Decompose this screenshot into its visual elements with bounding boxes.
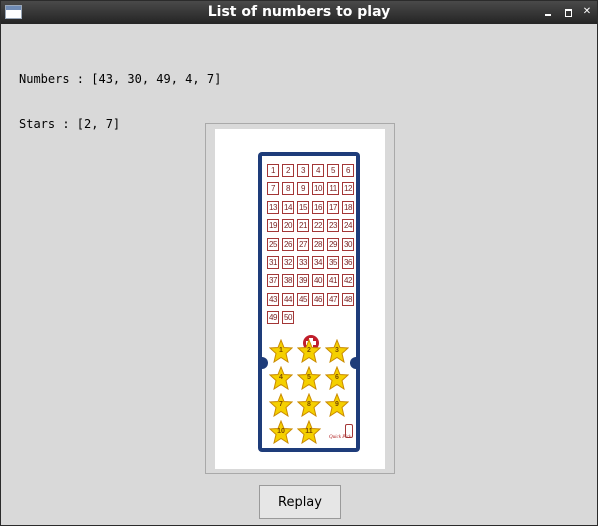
lottery-ticket: Quick Pick 1 2 3 4 5 6 7 8 9 10 11 12 13 14 15 16 17 18 19…: [258, 152, 360, 452]
star-label: 9: [335, 401, 339, 408]
replay-button[interactable]: Replay: [259, 485, 341, 519]
ticket-star-6: 6: [325, 366, 349, 390]
ticket-number-43: 43: [267, 292, 279, 306]
ticket-number-21: 21: [297, 219, 309, 233]
ticket-image: Quick Pick 1 2 3 4 5 6 7 8 9 10 11 12 13 14 15 16 17 18 19…: [215, 129, 385, 469]
ticket-number-50: 50: [282, 311, 294, 325]
ticket-number-42: 42: [342, 274, 354, 288]
ticket-number-31: 31: [267, 256, 279, 269]
ticket-image-frame: Quick Pick 1 2 3 4 5 6 7 8 9 10 11 12 13 14 15 16 17 18 19…: [205, 123, 395, 474]
ticket-number-22: 22: [312, 219, 324, 233]
ticket-number-14: 14: [282, 200, 294, 214]
ticket-star-11: 11: [297, 420, 321, 444]
star-label: 4: [279, 374, 283, 381]
ticket-number-45: 45: [297, 292, 309, 306]
ticket-number-24: 24: [342, 219, 354, 233]
ticket-number-16: 16: [312, 200, 324, 214]
ticket-number-49: 49: [267, 311, 279, 325]
ticket-number-13: 13: [267, 200, 279, 214]
ticket-number-9: 9: [297, 182, 309, 196]
ticket-number-23: 23: [327, 219, 339, 233]
ticket-number-2: 2: [282, 164, 294, 177]
close-icon[interactable]: ✕: [580, 5, 594, 19]
ticket-number-29: 29: [327, 237, 339, 251]
ticket-number-8: 8: [282, 182, 294, 196]
star-label: 3: [335, 347, 339, 354]
ticket-number-41: 41: [327, 274, 339, 288]
maximize-icon[interactable]: [561, 5, 575, 19]
ticket-number-32: 32: [282, 256, 294, 269]
ticket-notch-right: [350, 357, 356, 369]
star-label: 2: [307, 347, 311, 354]
minimize-icon[interactable]: [541, 5, 555, 19]
star-label: 10: [277, 428, 285, 435]
ticket-number-39: 39: [297, 274, 309, 288]
ticket-number-30: 30: [342, 237, 354, 251]
ticket-number-15: 15: [297, 200, 309, 214]
ticket-star-2: 2: [297, 339, 321, 363]
star-label: 6: [335, 374, 339, 381]
ticket-number-44: 44: [282, 292, 294, 306]
ticket-face: Quick Pick 1 2 3 4 5 6 7 8 9 10 11 12 13 14 15 16 17 18 19…: [262, 156, 356, 448]
ticket-star-1: 1: [269, 339, 293, 363]
ticket-number-33: 33: [297, 256, 309, 269]
ticket-number-26: 26: [282, 237, 294, 251]
ticket-number-47: 47: [327, 292, 339, 306]
window-title: List of numbers to play: [207, 4, 391, 20]
ticket-number-11: 11: [327, 182, 339, 196]
ticket-number-34: 34: [312, 256, 324, 269]
ticket-star-9: 9: [325, 393, 349, 417]
star-label: 7: [279, 401, 283, 408]
ticket-number-40: 40: [312, 274, 324, 288]
main-window: List of numbers to play ✕ Numbers : [43,…: [0, 0, 598, 526]
ticket-star-8: 8: [297, 393, 321, 417]
ticket-number-4: 4: [312, 164, 324, 177]
stars-line: Stars : [2, 7]: [19, 117, 121, 131]
star-label: 1: [279, 347, 283, 354]
ticket-number-27: 27: [297, 237, 309, 251]
ticket-star-3: 3: [325, 339, 349, 363]
ticket-number-46: 46: [312, 292, 324, 306]
ticket-star-10: 10: [269, 420, 293, 444]
star-label: 11: [305, 428, 313, 435]
ticket-number-12: 12: [342, 182, 354, 196]
ticket-notch-left: [262, 357, 268, 369]
star-label: 8: [307, 401, 311, 408]
ticket-number-19: 19: [267, 219, 279, 233]
ticket-number-10: 10: [312, 182, 324, 196]
ticket-number-28: 28: [312, 237, 324, 251]
title-bar[interactable]: List of numbers to play ✕: [1, 1, 597, 24]
ticket-number-5: 5: [327, 164, 339, 177]
ticket-number-48: 48: [342, 292, 354, 306]
ticket-number-17: 17: [327, 200, 339, 214]
star-label: 5: [307, 374, 311, 381]
quick-pick-box: [345, 424, 353, 438]
ticket-number-7: 7: [267, 182, 279, 196]
numbers-line: Numbers : [43, 30, 49, 4, 7]: [19, 72, 222, 86]
ticket-number-35: 35: [327, 256, 339, 269]
ticket-number-18: 18: [342, 200, 354, 214]
ticket-number-1: 1: [267, 164, 279, 177]
ticket-star-4: 4: [269, 366, 293, 390]
ticket-star-7: 7: [269, 393, 293, 417]
ticket-number-38: 38: [282, 274, 294, 288]
ticket-number-36: 36: [342, 256, 354, 269]
ticket-number-3: 3: [297, 164, 309, 177]
ticket-number-25: 25: [267, 237, 279, 251]
ticket-number-20: 20: [282, 219, 294, 233]
ticket-number-37: 37: [267, 274, 279, 288]
ticket-star-5: 5: [297, 366, 321, 390]
ticket-number-6: 6: [342, 164, 354, 177]
numbers-info: Numbers : [43, 30, 49, 4, 7] Stars : [2,…: [19, 42, 221, 162]
